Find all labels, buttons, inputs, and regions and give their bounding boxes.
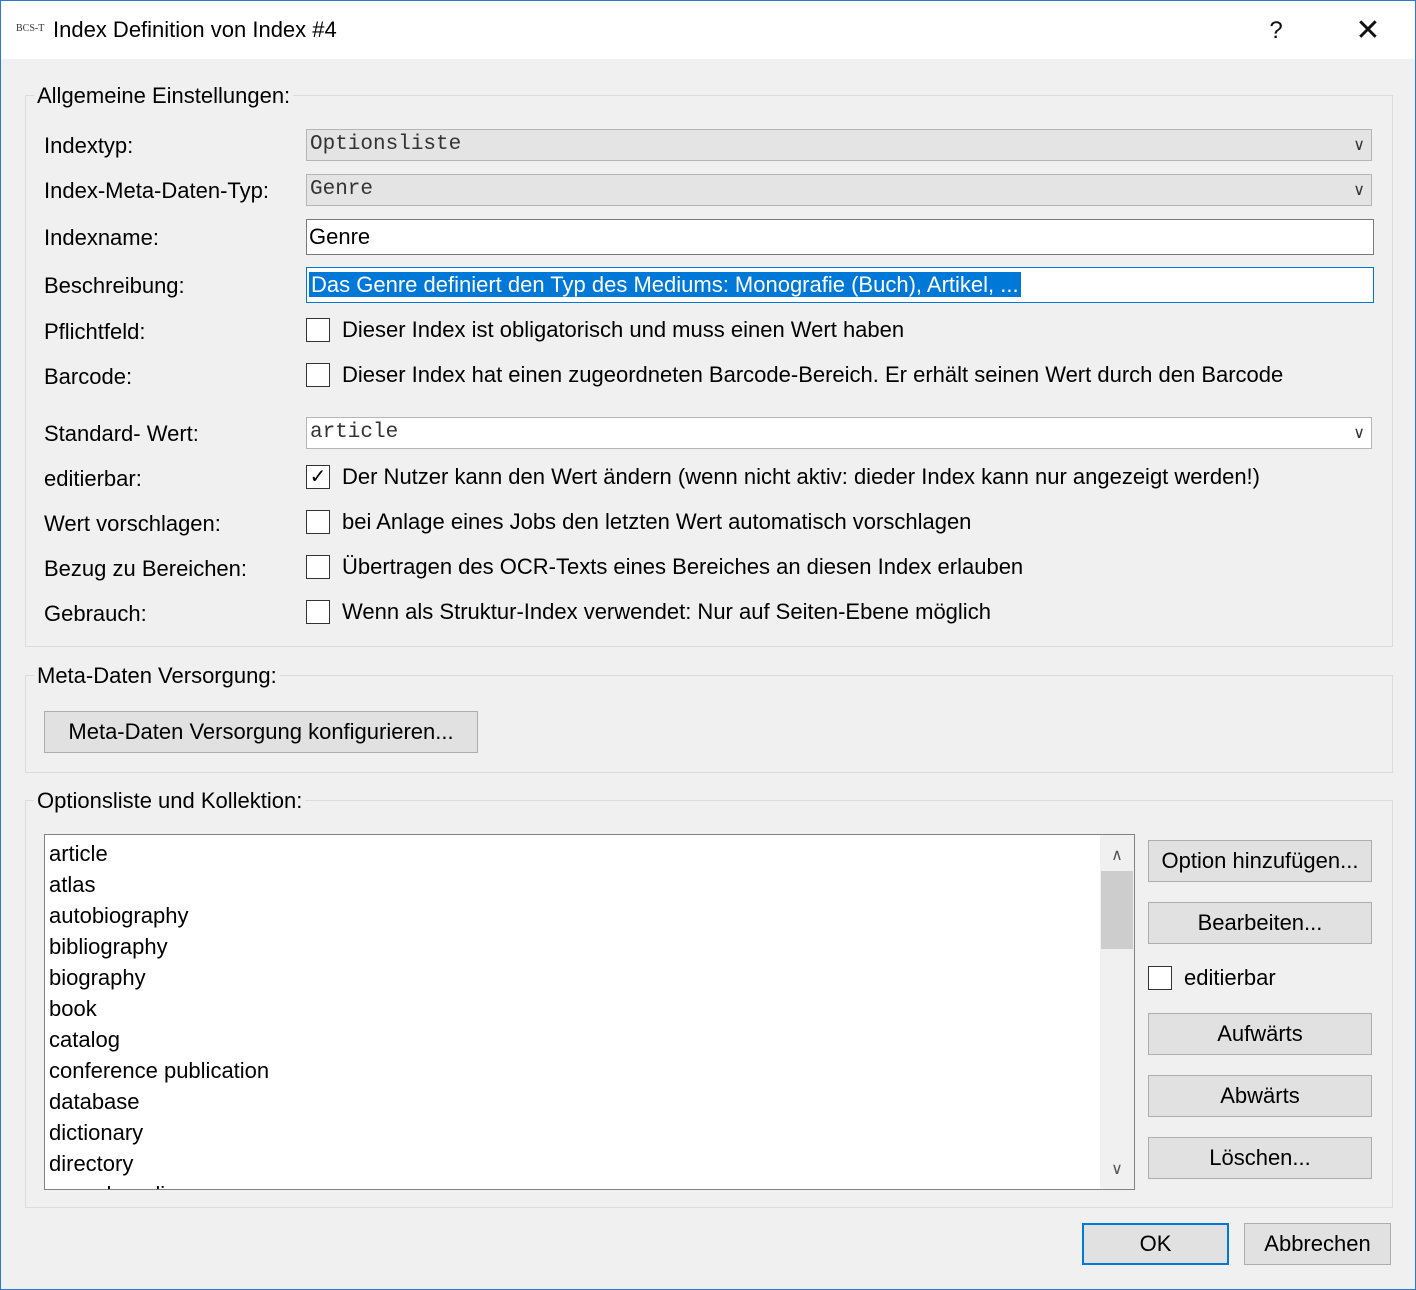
indextyp-value: Optionsliste xyxy=(310,133,462,156)
pflichtfeld-label: Pflichtfeld: xyxy=(44,319,146,344)
editierbar-checkbox-row[interactable]: ✓ Der Nutzer kann den Wert ändern (wenn … xyxy=(306,464,1260,490)
app-icon: BCS-T xyxy=(16,23,45,34)
list-item[interactable]: conference publication xyxy=(45,1055,1134,1086)
indexname-input[interactable]: Genre xyxy=(306,219,1374,255)
beschreibung-selected-text: Das Genre definiert den Typ des Mediums:… xyxy=(309,272,1021,297)
metatyp-label: Index-Meta-Daten-Typ: xyxy=(44,178,269,203)
indexname-label: Indexname: xyxy=(44,225,159,250)
dialog-window: BCS-T Index Definition von Index #4 ? ✕ … xyxy=(0,0,1416,1290)
options-list: article atlas autobiography bibliography… xyxy=(45,835,1134,1189)
vorschlagen-checkbox-row[interactable]: bei Anlage eines Jobs den letzten Wert a… xyxy=(306,509,971,535)
list-item[interactable]: encyclopedia xyxy=(45,1179,1134,1189)
vorschlagen-label: Wert vorschlagen: xyxy=(44,511,221,536)
chevron-down-icon: ∨ xyxy=(1353,135,1365,154)
options-editierbar-text: editierbar xyxy=(1184,965,1276,990)
title-bar: BCS-T Index Definition von Index #4 ? ✕ xyxy=(1,1,1415,59)
gebrauch-label: Gebrauch: xyxy=(44,601,147,626)
help-button[interactable]: ? xyxy=(1253,11,1299,51)
general-settings-heading: Allgemeine Einstellungen: xyxy=(34,83,294,109)
options-listbox[interactable]: article atlas autobiography bibliography… xyxy=(44,834,1135,1190)
vorschlagen-checkbox[interactable] xyxy=(306,510,330,534)
bezug-label: Bezug zu Bereichen: xyxy=(44,556,248,581)
meta-data-heading: Meta-Daten Versorgung: xyxy=(34,663,280,689)
barcode-checkbox[interactable] xyxy=(306,363,330,387)
standard-select[interactable]: article ∨ xyxy=(306,417,1372,449)
beschreibung-input[interactable]: Das Genre definiert den Typ des Mediums:… xyxy=(306,267,1374,303)
pflichtfeld-checkbox[interactable] xyxy=(306,318,330,342)
standard-value: article xyxy=(310,421,399,444)
checkmark-icon: ✓ xyxy=(309,466,327,488)
close-icon: ✕ xyxy=(1355,14,1381,47)
indextyp-label: Indextyp: xyxy=(44,133,134,158)
list-item[interactable]: database xyxy=(45,1086,1134,1117)
list-item[interactable]: catalog xyxy=(45,1024,1134,1055)
bezug-checkbox[interactable] xyxy=(306,555,330,579)
gebrauch-checkbox[interactable] xyxy=(306,600,330,624)
list-item[interactable]: autobiography xyxy=(45,900,1134,931)
vorschlagen-text: bei Anlage eines Jobs den letzten Wert a… xyxy=(342,509,972,534)
list-item[interactable]: book xyxy=(45,993,1134,1024)
options-heading: Optionsliste und Kollektion: xyxy=(34,788,306,814)
options-editierbar-checkbox[interactable] xyxy=(1148,966,1172,990)
editierbar-checkbox[interactable]: ✓ xyxy=(306,465,330,489)
beschreibung-label: Beschreibung: xyxy=(44,273,185,298)
list-item[interactable]: atlas xyxy=(45,869,1134,900)
scroll-down-arrow-icon[interactable]: ∨ xyxy=(1100,1153,1134,1187)
list-item[interactable]: directory xyxy=(45,1148,1134,1179)
list-item[interactable]: biography xyxy=(45,962,1134,993)
configure-meta-button[interactable]: Meta-Daten Versorgung konfigurieren... xyxy=(44,711,478,753)
bezug-text: Übertragen des OCR-Texts eines Bereiches… xyxy=(342,554,1024,579)
indextyp-select[interactable]: Optionsliste ∨ xyxy=(306,129,1372,161)
bezug-checkbox-row[interactable]: Übertragen des OCR-Texts eines Bereiches… xyxy=(306,554,1023,580)
gebrauch-checkbox-row[interactable]: Wenn als Struktur-Index verwendet: Nur a… xyxy=(306,599,991,625)
barcode-checkbox-row[interactable]: Dieser Index hat einen zugeordneten Barc… xyxy=(306,362,1283,388)
scroll-up-arrow-icon[interactable]: ∧ xyxy=(1100,839,1134,873)
ok-button[interactable]: OK xyxy=(1082,1223,1229,1265)
scroll-thumb[interactable] xyxy=(1101,871,1133,949)
metatyp-value: Genre xyxy=(310,178,374,201)
gebrauch-text: Wenn als Struktur-Index verwendet: Nur a… xyxy=(342,599,991,624)
listbox-scrollbar[interactable]: ∧ ∨ xyxy=(1100,835,1134,1189)
delete-option-button[interactable]: Löschen... xyxy=(1148,1137,1372,1179)
pflichtfeld-checkbox-row[interactable]: Dieser Index ist obligatorisch und muss … xyxy=(306,317,904,343)
chevron-down-icon: ∨ xyxy=(1353,180,1365,199)
pflichtfeld-text: Dieser Index ist obligatorisch und muss … xyxy=(342,317,905,342)
list-item[interactable]: article xyxy=(45,838,1134,869)
window-title: Index Definition von Index #4 xyxy=(53,17,337,42)
close-button[interactable]: ✕ xyxy=(1345,11,1391,51)
standard-label: Standard- Wert: xyxy=(44,421,199,446)
options-editierbar-row[interactable]: editierbar xyxy=(1148,965,1276,991)
list-item[interactable]: dictionary xyxy=(45,1117,1134,1148)
move-down-button[interactable]: Abwärts xyxy=(1148,1075,1372,1117)
add-option-button[interactable]: Option hinzufügen... xyxy=(1148,840,1372,882)
chevron-down-icon: ∨ xyxy=(1353,423,1365,442)
barcode-label: Barcode: xyxy=(44,364,133,389)
cancel-button[interactable]: Abbrechen xyxy=(1244,1223,1391,1265)
list-item[interactable]: bibliography xyxy=(45,931,1134,962)
metatyp-select[interactable]: Genre ∨ xyxy=(306,174,1372,206)
edit-option-button[interactable]: Bearbeiten... xyxy=(1148,902,1372,944)
editierbar-label: editierbar: xyxy=(44,466,142,491)
move-up-button[interactable]: Aufwärts xyxy=(1148,1013,1372,1055)
editierbar-text: Der Nutzer kann den Wert ändern (wenn ni… xyxy=(342,464,1260,489)
barcode-text: Dieser Index hat einen zugeordneten Barc… xyxy=(342,362,1284,387)
